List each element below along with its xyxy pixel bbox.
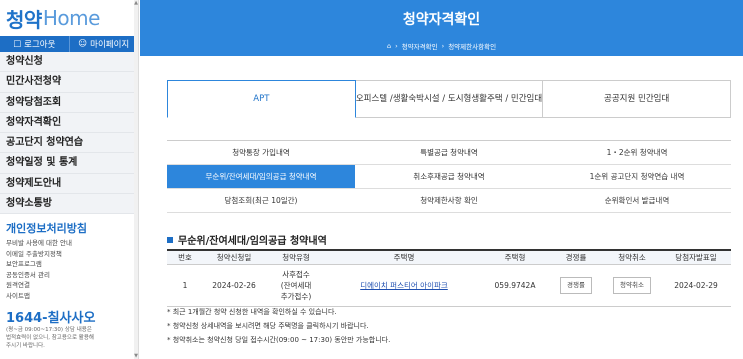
nav-item-schedule[interactable]: 청약일정 및 통계 [0,153,138,174]
col-header: 주택명 [327,249,481,265]
col-header: 청약취소 [603,249,661,265]
table-row: 1 2024-02-26 사후접수 (잔여세대 추가접수) 디에이치 퍼스티어 … [167,264,731,307]
nav-item-guide[interactable]: 청약제도안내 [0,174,138,195]
menu-resupply-history[interactable]: 취소후재공급 청약내역 [355,165,543,188]
col-header: 번호 [167,249,203,265]
footer-link[interactable]: 보안프로그램 [6,259,138,270]
competition-rate-button[interactable]: 경쟁률 [560,276,592,294]
house-name-link[interactable]: 디에이치 퍼스티어 아이파크 [360,281,448,290]
cell-type: 사후접수 (잔여세대 추가접수) [265,264,327,307]
cell-house: 디에이치 퍼스티어 아이파크 [327,264,481,307]
cancel-application-button[interactable]: 청약취소 [613,276,651,294]
main-nav: 청약신청 민간사전청약 청약당첨조회 청약자격확인 공고단지 청약연습 청약일정… [0,52,138,215]
menu-account-history[interactable]: 청약통장 가입내역 [167,141,355,164]
logout-label: 로그아웃 [24,40,56,50]
breadcrumb-item[interactable]: 청약제한사항확인 [448,41,496,51]
user-icon: ☺ [78,39,88,49]
col-header: 청약유형 [265,249,327,265]
nav-item-eligibility[interactable]: 청약자격확인 [0,113,138,134]
col-header: 청약신청일 [203,249,265,265]
chevron-right-icon: › [395,42,398,50]
cell-rate: 경쟁률 [549,264,603,307]
menu-unranked-history[interactable]: 무순위/잔여세대/임의공급 청약내역 [167,165,355,188]
nav-item-practice[interactable]: 공고단지 청약연습 [0,133,138,154]
menu-winning-lookup[interactable]: 당첨조회(최근 10일간) [167,189,355,212]
logout-button[interactable]: □ 로그아웃 [0,36,69,52]
menu-restriction-check[interactable]: 청약제한사항 확인 [355,189,543,212]
menu-practice-history[interactable]: 1순위 공고단지 청약연습 내역 [543,165,731,188]
nav-item-apply[interactable]: 청약신청 [0,52,138,73]
main-content: 청약자격확인 ⌂ › 청약자격확인 › 청약제한사항확인 APT 오피스텔 /생… [140,0,743,359]
type-line: 사후접수 [282,269,310,279]
breadcrumb: ⌂ › 청약자격확인 › 청약제한사항확인 [140,41,743,51]
footer-link[interactable]: 이메일 주출방지정책 [6,249,138,260]
privacy-policy-link[interactable]: 개인정보처리방침 [0,220,138,236]
notice-item: * 청약취소는 청약신청 당일 접수시간(09:00 ~ 17:30) 동안만 … [167,336,391,344]
call-center-number: 1644-칠사사오 [6,311,96,327]
table-header-row: 번호 청약신청일 청약유형 주택명 주택형 경쟁률 청약취소 당첨자발표일 [167,249,731,265]
mypage-button[interactable]: ☺ 마이페이지 [68,36,139,52]
cell-cancel: 청약취소 [603,264,661,307]
sidebar-scrollbar[interactable]: ▲ ▼ [134,0,138,359]
tab-officetel[interactable]: 오피스텔 /생활숙박시설 / 도시형생활주택 / 민간임대 [355,80,544,118]
logo-suffix: Home [42,6,101,30]
col-header: 주택형 [481,249,549,265]
footer-links: 무비발 사용에 대한 안내 이메일 주출방지정책 보안프로그램 공동인증서 관리… [0,238,138,301]
scroll-down-icon[interactable]: ▼ [134,353,138,359]
menu-rank-history[interactable]: 1・2순위 청약내역 [543,141,731,164]
auth-bar: □ 로그아웃 ☺ 마이페이지 [0,36,138,52]
notice-item: * 최근 1개월간 청약 신청한 내역을 확인하실 수 있습니다. [167,308,337,316]
menu-rank-certificate[interactable]: 순위확인서 발급내역 [543,189,731,212]
page-banner: 청약자격확인 ⌂ › 청약자격확인 › 청약제한사항확인 [140,0,743,56]
nav-item-community[interactable]: 청약소통방 [0,194,138,215]
square-bullet-icon [167,236,173,243]
cell-size: 059.9742A [481,264,549,307]
col-header: 경쟁률 [549,249,603,265]
cell-announce: 2024-02-29 [661,264,731,307]
call-center-note: 법적효력이 없으니, 참고용으로 활용해 [6,335,94,342]
history-menu-grid: 청약통장 가입내역 특별공급 청약내역 1・2순위 청약내역 무순위/잔여세대/… [167,140,731,213]
tab-public-rental[interactable]: 공공지원 민간임대 [543,80,732,118]
site-logo[interactable]: 청약 Home [0,0,138,36]
footer-link[interactable]: 사이트맵 [6,291,138,302]
nav-item-private-pre[interactable]: 민간사전청약 [0,72,138,93]
type-line: (잔여세대 [280,280,312,290]
menu-row: 무순위/잔여세대/임의공급 청약내역 취소후재공급 청약내역 1순위 공고단지 … [167,165,731,189]
call-center-note: 주시기 바랍니다. [6,343,45,350]
col-header: 당첨자발표일 [661,249,731,265]
section-title: 무순위/잔여세대/임의공급 청약내역 [178,236,327,247]
scroll-up-icon[interactable]: ▲ [134,0,138,6]
menu-row: 당첨조회(최근 10일간) 청약제한사항 확인 순위확인서 발급내역 [167,189,731,213]
page-title: 청약자격확인 [402,12,481,28]
footer-link[interactable]: 공동인증서 관리 [6,270,138,281]
chevron-right-icon: › [441,42,445,50]
breadcrumb-item[interactable]: 청약자격확인 [402,41,438,51]
type-line: 추가접수) [280,291,312,301]
housing-type-tabs: APT 오피스텔 /생활숙박시설 / 도시형생활주택 / 민간임대 공공지원 민… [167,80,732,118]
sidebar: 청약 Home □ 로그아웃 ☺ 마이페이지 청약신청 민간사전청약 청약당첨조… [0,0,139,359]
notice-list: * 최근 1개월간 청약 신청한 내역을 확인하실 수 있습니다. * 청약신청… [167,305,390,347]
tab-apt[interactable]: APT [167,80,356,118]
lock-icon: □ [13,39,22,49]
home-icon[interactable]: ⌂ [387,42,391,50]
nav-item-winning[interactable]: 청약당첨조회 [0,93,138,113]
cell-date: 2024-02-26 [203,264,265,307]
menu-row: 청약통장 가입내역 특별공급 청약내역 1・2순위 청약내역 [167,141,731,165]
footer-link[interactable]: 원격연결 [6,280,138,291]
application-table: 번호 청약신청일 청약유형 주택명 주택형 경쟁률 청약취소 당첨자발표일 1 … [167,249,731,307]
mypage-label: 마이페이지 [90,40,130,50]
menu-special-supply[interactable]: 특별공급 청약내역 [355,141,543,164]
footer-link[interactable]: 무비발 사용에 대한 안내 [6,238,138,249]
call-center-note: (평~금 09:00~17:30) 상담 내용은 [6,327,92,334]
logo-prefix: 청약 [6,7,42,32]
notice-item: * 청약신청 상세내역을 보시려면 해당 주택명을 클릭하시기 바랍니다. [167,322,369,330]
section-heading: 무순위/잔여세대/임의공급 청약내역 [167,232,327,247]
cell-no: 1 [167,264,203,307]
